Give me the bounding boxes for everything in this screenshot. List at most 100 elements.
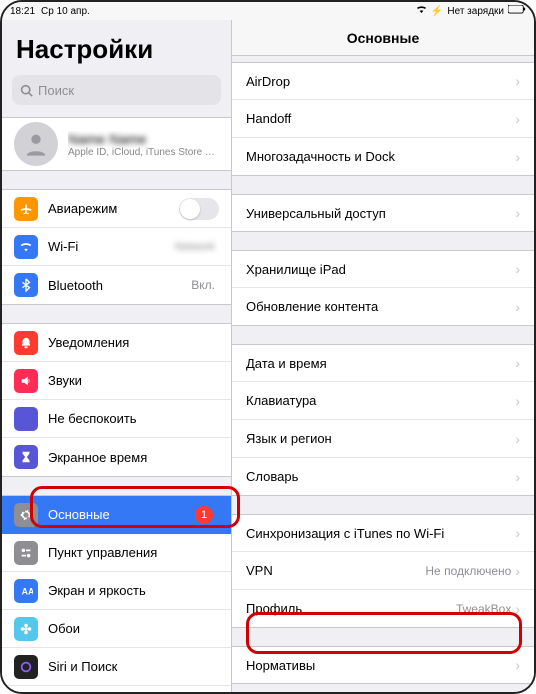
- general-badge: 1: [195, 506, 213, 524]
- avatar-icon: [14, 122, 58, 166]
- general-row[interactable]: Основные 1: [2, 496, 231, 534]
- wifi-settings-icon: [14, 235, 38, 259]
- hourglass-icon: [14, 445, 38, 469]
- datetime-row[interactable]: Дата и время ›: [232, 344, 534, 382]
- touchid-row[interactable]: Touch ID и код-пароль: [2, 686, 231, 692]
- detail-pane: Основные AirDrop › Handoff › Многозадачнос…: [232, 20, 534, 692]
- bell-icon: [14, 331, 38, 355]
- chevron-right-icon: ›: [515, 393, 520, 409]
- chevron-right-icon: ›: [515, 205, 520, 221]
- chevron-right-icon: ›: [515, 601, 520, 617]
- general-label: Основные: [48, 507, 110, 522]
- bluetooth-label: Bluetooth: [48, 278, 103, 293]
- status-date: Ср 10 апр.: [41, 6, 90, 17]
- storage-row[interactable]: Хранилище iPad ›: [232, 250, 534, 288]
- gear-icon: [14, 503, 38, 527]
- apple-id-row[interactable]: Name Name Apple ID, iCloud, iTunes Store…: [2, 118, 231, 170]
- charge-icon: ⚡: [431, 6, 443, 17]
- sync-label: Синхронизация с iTunes по Wi-Fi: [246, 526, 444, 541]
- search-icon: [20, 84, 33, 97]
- detail-title: Основные: [232, 20, 534, 56]
- account-sub: Apple ID, iCloud, iTunes Store и A...: [68, 147, 219, 158]
- bluetooth-row[interactable]: Bluetooth Вкл.: [2, 266, 231, 304]
- chevron-right-icon: ›: [515, 299, 520, 315]
- dnd-row[interactable]: Не беспокоить: [2, 400, 231, 438]
- chevron-right-icon: ›: [515, 261, 520, 277]
- status-bar: 18:21 Ср 10 апр. ⚡ Нет зарядки: [2, 2, 534, 20]
- notifications-row[interactable]: Уведомления: [2, 324, 231, 362]
- wallpaper-label: Обои: [48, 621, 80, 636]
- vpn-row[interactable]: VPNНе подключено›: [232, 552, 534, 590]
- chevron-right-icon: ›: [515, 149, 520, 165]
- screentime-row[interactable]: Экранное время: [2, 438, 231, 476]
- display-label: Экран и яркость: [48, 583, 146, 598]
- search-placeholder: Поиск: [38, 83, 74, 98]
- profile-value: TweakBox: [456, 602, 511, 616]
- notifications-label: Уведомления: [48, 335, 129, 350]
- airplane-toggle[interactable]: [179, 198, 219, 220]
- airplane-mode-row[interactable]: Авиарежим: [2, 190, 231, 228]
- airdrop-row[interactable]: AirDrop ›: [232, 62, 534, 100]
- bluetooth-value: Вкл.: [191, 278, 215, 292]
- control-label: Пункт управления: [48, 545, 157, 560]
- siri-icon: [14, 655, 38, 679]
- keyboard-label: Клавиатура: [246, 393, 316, 408]
- dictionary-row[interactable]: Словарь ›: [232, 458, 534, 496]
- account-name: Name Name: [68, 131, 219, 147]
- handoff-label: Handoff: [246, 111, 291, 126]
- siri-row[interactable]: Siri и Поиск: [2, 648, 231, 686]
- airplane-icon: [14, 197, 38, 221]
- multitask-row[interactable]: Многозадачность и Dock ›: [232, 138, 534, 176]
- keyboard-row[interactable]: Клавиатура ›: [232, 382, 534, 420]
- language-row[interactable]: Язык и регион ›: [232, 420, 534, 458]
- battery-icon: [508, 5, 526, 17]
- chevron-right-icon: ›: [515, 525, 520, 541]
- vpn-value: Не подключено: [425, 564, 511, 578]
- bluetooth-icon: [14, 273, 38, 297]
- chevron-right-icon: ›: [515, 111, 520, 127]
- dictionary-label: Словарь: [246, 469, 298, 484]
- wifi-value: Network: [175, 241, 215, 253]
- wifi-row[interactable]: Wi-Fi Network: [2, 228, 231, 266]
- legal-label: Нормативы: [246, 658, 315, 673]
- brightness-icon: AA: [14, 579, 38, 603]
- siri-label: Siri и Поиск: [48, 659, 117, 674]
- search-input[interactable]: Поиск: [12, 75, 221, 105]
- chevron-right-icon: ›: [515, 431, 520, 447]
- vpn-label: VPN: [246, 563, 273, 578]
- wallpaper-row[interactable]: Обои: [2, 610, 231, 648]
- status-charge: Нет зарядки: [447, 6, 504, 17]
- chevron-right-icon: ›: [515, 469, 520, 485]
- accessibility-label: Универсальный доступ: [246, 206, 386, 221]
- language-label: Язык и регион: [246, 431, 332, 446]
- multitask-label: Многозадачность и Dock: [246, 149, 395, 164]
- handoff-row[interactable]: Handoff ›: [232, 100, 534, 138]
- switches-icon: [14, 541, 38, 565]
- storage-label: Хранилище iPad: [246, 262, 346, 277]
- status-time: 18:21: [10, 6, 35, 17]
- datetime-label: Дата и время: [246, 356, 327, 371]
- dnd-label: Не беспокоить: [48, 411, 137, 426]
- background-refresh-row[interactable]: Обновление контента ›: [232, 288, 534, 326]
- airdrop-label: AirDrop: [246, 74, 290, 89]
- flower-icon: [14, 617, 38, 641]
- profile-label: Профиль: [246, 601, 302, 616]
- legal-row[interactable]: Нормативы ›: [232, 646, 534, 684]
- svg-text:AA: AA: [22, 586, 33, 596]
- chevron-right-icon: ›: [515, 657, 520, 673]
- accessibility-row[interactable]: Универсальный доступ ›: [232, 194, 534, 232]
- chevron-right-icon: ›: [515, 355, 520, 371]
- wifi-icon: [416, 5, 427, 17]
- itunes-sync-row[interactable]: Синхронизация с iTunes по Wi-Fi ›: [232, 514, 534, 552]
- sounds-row[interactable]: Звуки: [2, 362, 231, 400]
- sounds-label: Звуки: [48, 373, 82, 388]
- refresh-label: Обновление контента: [246, 299, 378, 314]
- sidebar: Настройки Поиск Name Name Apple ID, iClo…: [2, 20, 232, 692]
- speaker-icon: [14, 369, 38, 393]
- profile-row[interactable]: Профиль TweakBox ›: [232, 590, 534, 628]
- display-row[interactable]: AA Экран и яркость: [2, 572, 231, 610]
- wifi-label: Wi-Fi: [48, 239, 78, 254]
- chevron-right-icon: ›: [515, 73, 520, 89]
- control-center-row[interactable]: Пункт управления: [2, 534, 231, 572]
- moon-icon: [14, 407, 38, 431]
